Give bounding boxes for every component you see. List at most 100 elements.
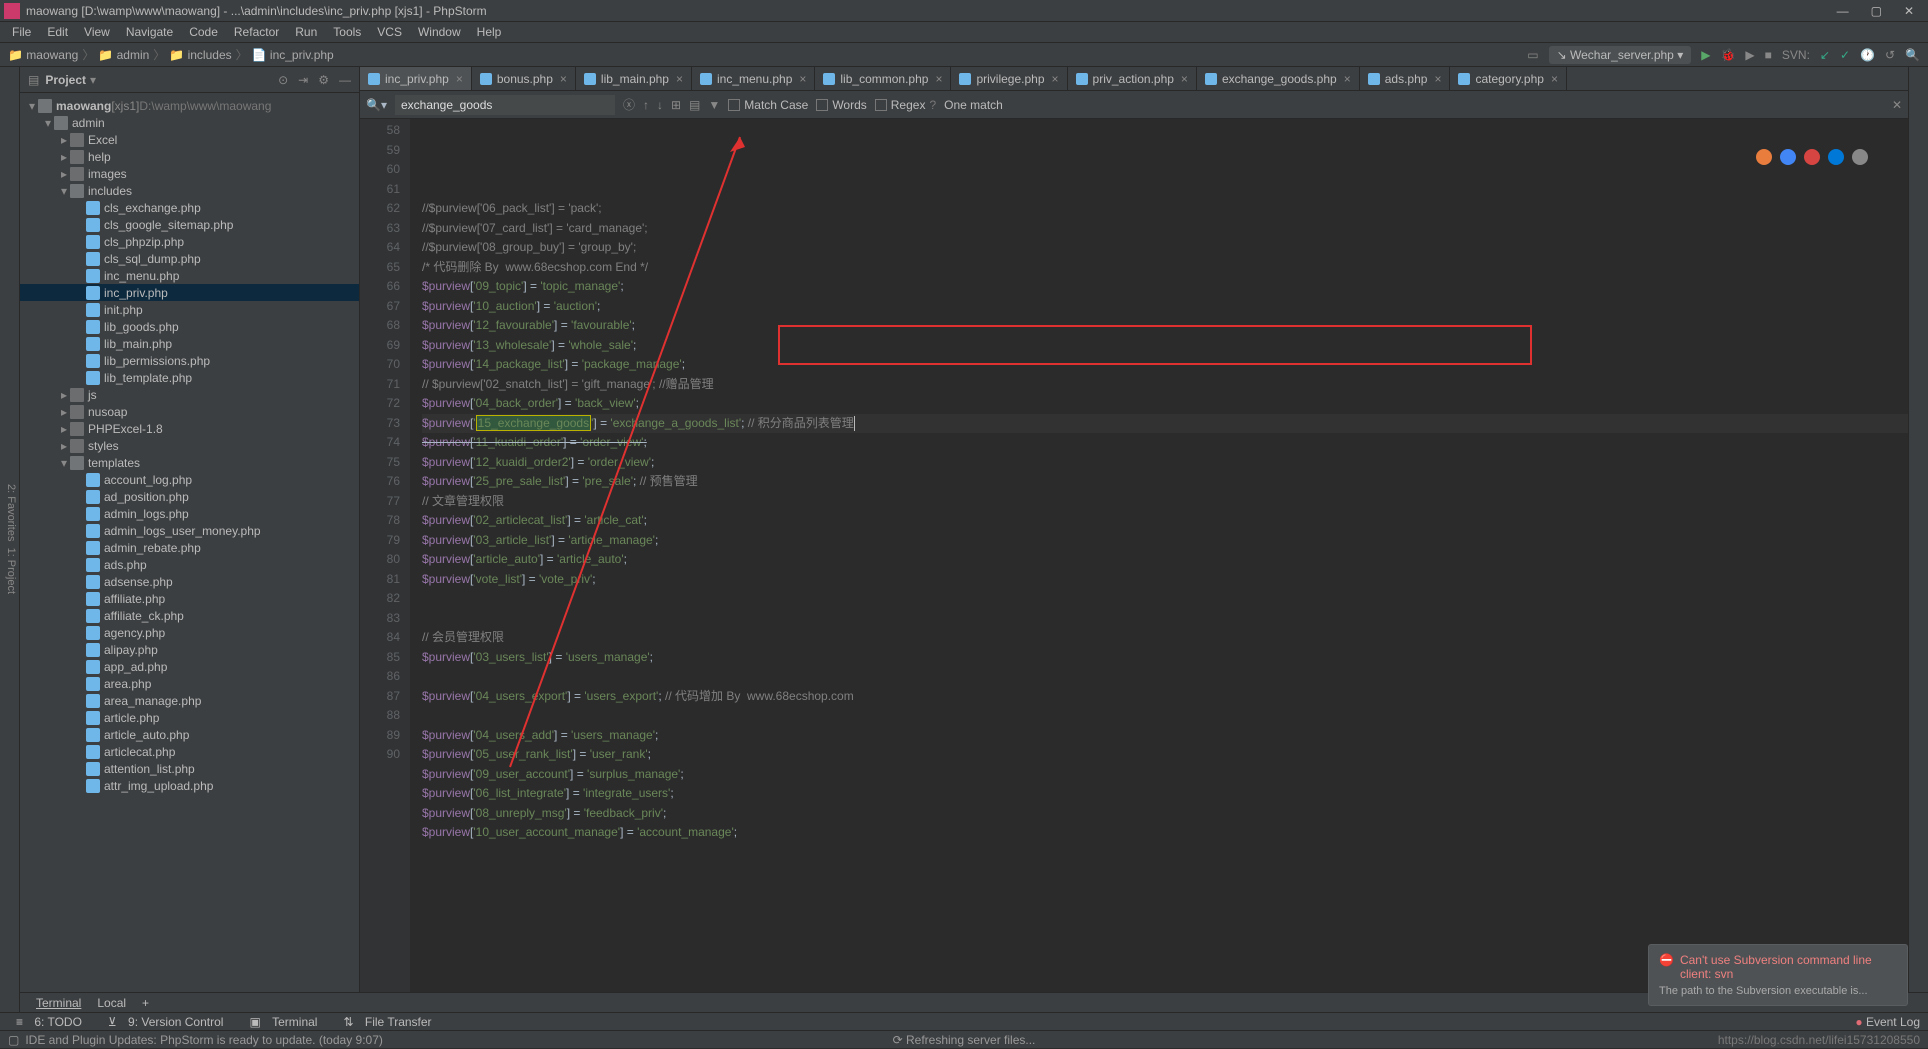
close-tab-icon[interactable]: × bbox=[676, 72, 683, 86]
toolwindows-icon[interactable]: ▢ bbox=[8, 1033, 19, 1047]
tree-item[interactable]: lib_template.php bbox=[20, 369, 359, 386]
collapse-all-icon[interactable]: ⇥ bbox=[298, 73, 308, 87]
find-select-all-icon[interactable]: ▤ bbox=[689, 98, 700, 112]
tree-item[interactable]: area_manage.php bbox=[20, 692, 359, 709]
vc-tab[interactable]: ⊻ 9: Version Control bbox=[100, 1015, 240, 1029]
words-checkbox[interactable]: Words bbox=[816, 98, 866, 112]
tree-item[interactable]: account_log.php bbox=[20, 471, 359, 488]
left-toolwindow-bar[interactable]: 2: Favorites 1: Project bbox=[0, 67, 20, 1012]
tree-item[interactable]: cls_phpzip.php bbox=[20, 233, 359, 250]
menu-vcs[interactable]: VCS bbox=[369, 25, 410, 39]
tab-privilege-php[interactable]: privilege.php× bbox=[951, 67, 1067, 90]
tree-item[interactable]: ▸js bbox=[20, 386, 359, 403]
tab-lib_common-php[interactable]: lib_common.php× bbox=[815, 67, 951, 90]
terminal-tab[interactable]: ▣ Terminal bbox=[241, 1015, 333, 1029]
find-input[interactable] bbox=[395, 95, 615, 115]
tree-item[interactable]: cls_sql_dump.php bbox=[20, 250, 359, 267]
close-tab-icon[interactable]: × bbox=[1052, 72, 1059, 86]
terminal-add-tab[interactable]: + bbox=[134, 996, 157, 1010]
tree-item[interactable]: lib_permissions.php bbox=[20, 352, 359, 369]
tree-item[interactable]: ▸help bbox=[20, 148, 359, 165]
safari-icon[interactable] bbox=[1852, 149, 1868, 165]
tree-item[interactable]: attr_img_upload.php bbox=[20, 777, 359, 794]
tree-item[interactable]: ▸Excel bbox=[20, 131, 359, 148]
tab-inc_priv-php[interactable]: inc_priv.php× bbox=[360, 67, 472, 90]
coverage-button[interactable]: ▶ bbox=[1745, 48, 1754, 62]
close-tab-icon[interactable]: × bbox=[456, 72, 463, 86]
svn-revert-icon[interactable]: ↺ bbox=[1885, 48, 1895, 62]
close-tab-icon[interactable]: × bbox=[935, 72, 942, 86]
tree-item[interactable]: inc_priv.php bbox=[20, 284, 359, 301]
terminal-label[interactable]: Terminal bbox=[28, 996, 89, 1010]
menu-help[interactable]: Help bbox=[469, 25, 510, 39]
tree-item[interactable]: ▾admin bbox=[20, 114, 359, 131]
tree-item[interactable]: alipay.php bbox=[20, 641, 359, 658]
tree-item[interactable]: ▸images bbox=[20, 165, 359, 182]
tab-ads-php[interactable]: ads.php× bbox=[1360, 67, 1451, 90]
stop-button[interactable]: ■ bbox=[1765, 48, 1772, 62]
tree-item[interactable]: article.php bbox=[20, 709, 359, 726]
edge-icon[interactable] bbox=[1828, 149, 1844, 165]
match-case-checkbox[interactable]: Match Case bbox=[728, 98, 808, 112]
tree-item[interactable]: lib_goods.php bbox=[20, 318, 359, 335]
tree-item[interactable]: ▸nusoap bbox=[20, 403, 359, 420]
menu-window[interactable]: Window bbox=[410, 25, 469, 39]
tree-item[interactable]: ▸PHPExcel-1.8 bbox=[20, 420, 359, 437]
menu-view[interactable]: View bbox=[76, 25, 118, 39]
tree-item[interactable]: cls_exchange.php bbox=[20, 199, 359, 216]
tab-category-php[interactable]: category.php× bbox=[1450, 67, 1567, 90]
svn-history-icon[interactable]: 🕐 bbox=[1860, 48, 1875, 62]
run-button[interactable]: ▶ bbox=[1701, 48, 1710, 62]
menu-run[interactable]: Run bbox=[287, 25, 325, 39]
sidebar-collapse-icon[interactable]: ▤ bbox=[28, 73, 39, 87]
tree-item[interactable]: ▾includes bbox=[20, 182, 359, 199]
hide-icon[interactable]: — bbox=[339, 73, 351, 87]
todo-tab[interactable]: ≡ 6: TODO bbox=[8, 1015, 98, 1029]
tree-item[interactable]: admin_logs_user_money.php bbox=[20, 522, 359, 539]
tab-inc_menu-php[interactable]: inc_menu.php× bbox=[692, 67, 815, 90]
browser-preview-icons[interactable] bbox=[1756, 149, 1868, 165]
tree-root[interactable]: ▾maowang [xjs1] D:\wamp\www\maowang bbox=[20, 97, 359, 114]
tree-item[interactable]: inc_menu.php bbox=[20, 267, 359, 284]
firefox-icon[interactable] bbox=[1780, 149, 1796, 165]
maximize-button[interactable]: ▢ bbox=[1871, 4, 1882, 18]
tree-item[interactable]: affiliate.php bbox=[20, 590, 359, 607]
search-icon[interactable]: 🔍 bbox=[1905, 48, 1920, 62]
gear-icon[interactable]: ⚙ bbox=[318, 73, 329, 87]
tree-item[interactable]: adsense.php bbox=[20, 573, 359, 590]
tree-item[interactable]: init.php bbox=[20, 301, 359, 318]
event-log-label[interactable]: ● Event Log bbox=[1855, 1015, 1920, 1029]
tree-item[interactable]: agency.php bbox=[20, 624, 359, 641]
breadcrumb-item[interactable]: 📁 includes bbox=[169, 48, 231, 62]
close-tab-icon[interactable]: × bbox=[1181, 72, 1188, 86]
find-close-icon[interactable]: ✕ bbox=[1892, 98, 1902, 112]
breadcrumb-item[interactable]: 📄 inc_priv.php bbox=[252, 48, 334, 62]
run-config-combo[interactable]: ↘ Wechar_server.php ▾ bbox=[1549, 46, 1692, 64]
tree-item[interactable]: ads.php bbox=[20, 556, 359, 573]
close-button[interactable]: ✕ bbox=[1904, 4, 1914, 18]
tree-item[interactable]: affiliate_ck.php bbox=[20, 607, 359, 624]
debug-button[interactable]: 🐞 bbox=[1720, 48, 1735, 62]
line-gutter[interactable]: 5859606162636465666768697071727374757677… bbox=[360, 119, 410, 1012]
breadcrumb-item[interactable]: 📁 maowang bbox=[8, 48, 78, 62]
tab-bonus-php[interactable]: bonus.php× bbox=[472, 67, 576, 90]
tree-item[interactable]: ad_position.php bbox=[20, 488, 359, 505]
right-toolwindow-bar[interactable] bbox=[1908, 67, 1928, 1012]
terminal-tab-local[interactable]: Local bbox=[89, 996, 134, 1010]
find-filter-icon[interactable]: ▼ bbox=[708, 98, 720, 112]
menu-edit[interactable]: Edit bbox=[39, 25, 76, 39]
minimize-button[interactable]: — bbox=[1837, 4, 1849, 18]
tree-item[interactable]: area.php bbox=[20, 675, 359, 692]
chrome-icon[interactable] bbox=[1756, 149, 1772, 165]
layout-icon[interactable]: ▭ bbox=[1527, 48, 1538, 62]
regex-checkbox[interactable]: Regex ? bbox=[875, 98, 936, 112]
opera-icon[interactable] bbox=[1804, 149, 1820, 165]
tab-priv_action-php[interactable]: priv_action.php× bbox=[1068, 67, 1197, 90]
tree-item[interactable]: cls_google_sitemap.php bbox=[20, 216, 359, 233]
tab-lib_main-php[interactable]: lib_main.php× bbox=[576, 67, 692, 90]
svn-update-icon[interactable]: ↙ bbox=[1820, 48, 1830, 62]
menu-code[interactable]: Code bbox=[181, 25, 226, 39]
menu-tools[interactable]: Tools bbox=[325, 25, 369, 39]
breadcrumb-item[interactable]: 📁 admin bbox=[98, 48, 149, 62]
close-tab-icon[interactable]: × bbox=[799, 72, 806, 86]
